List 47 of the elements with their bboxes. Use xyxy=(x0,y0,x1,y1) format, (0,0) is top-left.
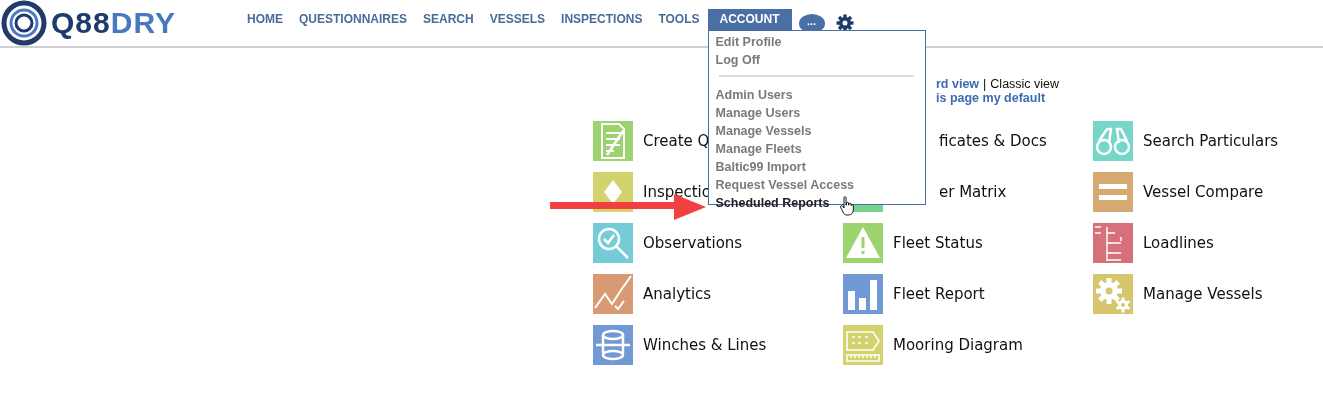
menu-item[interactable]: Manage Vessels xyxy=(708,124,812,138)
dashboard-view-link[interactable]: rd view xyxy=(936,77,980,91)
settings-icon[interactable] xyxy=(835,14,854,32)
bars-icon[interactable] xyxy=(843,274,883,314)
nav-tab[interactable]: QUESTIONNAIRES xyxy=(291,9,415,30)
logo-ring-icon xyxy=(1,0,47,46)
classic-view-link[interactable]: Classic view xyxy=(990,77,1060,91)
tile-label[interactable]: Fleet Status xyxy=(893,234,983,252)
tile-label[interactable]: Search Particulars xyxy=(1143,132,1279,150)
warning-icon[interactable] xyxy=(843,223,883,263)
diagram-icon[interactable] xyxy=(843,325,883,365)
tile-label[interactable]: Vessel Compare xyxy=(1143,183,1264,201)
tile-label[interactable]: Create Q xyxy=(643,132,710,150)
trend-icon[interactable] xyxy=(593,274,633,314)
loadline-icon[interactable] xyxy=(1093,223,1133,263)
tile-label[interactable]: Observations xyxy=(643,234,743,252)
menu-item[interactable]: Log Off xyxy=(708,53,760,67)
nav-tab[interactable]: HOME xyxy=(239,9,291,30)
binoculars-icon[interactable] xyxy=(1093,121,1133,161)
menu-item[interactable]: Manage Fleets xyxy=(708,142,802,156)
menu-item[interactable]: Manage Users xyxy=(708,106,801,120)
tile-label[interactable]: Winches & Lines xyxy=(643,336,767,354)
magnifier-icon[interactable] xyxy=(593,223,633,263)
tile-label[interactable]: er Matrix xyxy=(939,183,1007,201)
nav-tab[interactable]: INSPECTIONS xyxy=(553,9,651,30)
nav-tab[interactable]: ACCOUNT xyxy=(707,9,792,30)
equals-icon[interactable] xyxy=(1093,172,1133,212)
document-icon[interactable] xyxy=(593,121,633,161)
menu-item[interactable]: Request Vessel Access xyxy=(708,178,855,192)
brand-logo: Q88DRY xyxy=(51,6,176,40)
tile-label[interactable]: Loadlines xyxy=(1143,234,1214,252)
separator: | xyxy=(983,77,987,91)
tile-label[interactable]: ficates & Docs xyxy=(939,132,1047,150)
tile-label[interactable]: Manage Vessels xyxy=(1143,285,1263,303)
nav-tab[interactable]: SEARCH xyxy=(415,9,482,30)
gears-icon[interactable] xyxy=(1093,274,1133,314)
nav-tab[interactable]: VESSELS xyxy=(481,9,554,30)
tile-label[interactable]: Analytics xyxy=(643,285,712,303)
tile-label[interactable]: Fleet Report xyxy=(893,285,985,303)
winch-icon[interactable] xyxy=(593,325,633,365)
nav-tab[interactable]: TOOLS xyxy=(650,9,708,30)
menu-item[interactable]: Admin Users xyxy=(708,88,793,102)
menu-item[interactable]: Edit Profile xyxy=(708,35,782,49)
menu-item[interactable]: Baltic99 Import xyxy=(708,160,806,174)
tile-label[interactable]: Inspectio xyxy=(643,183,711,201)
tile-label[interactable]: Mooring Diagram xyxy=(893,336,1023,354)
make-default-link[interactable]: is page my default xyxy=(936,91,1046,105)
